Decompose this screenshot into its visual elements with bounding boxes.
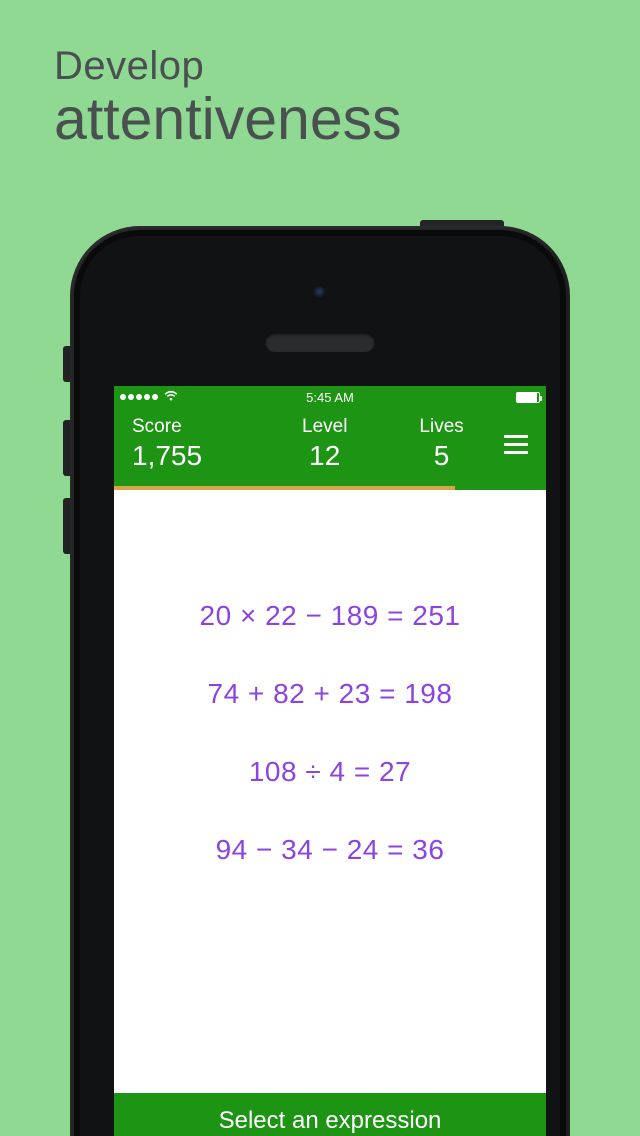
progress-bar [114, 486, 546, 490]
headline-line-2: attentiveness [54, 85, 402, 153]
lives-label: Lives [383, 416, 500, 438]
stats-header: Score 1,755 Level 12 Lives 5 [114, 408, 546, 486]
stat-lives: Lives 5 [383, 416, 500, 472]
phone-frame: 5:45 AM Score 1,755 Level 12 Lives 5 [70, 226, 570, 1136]
lives-value: 5 [383, 440, 500, 472]
instruction-line-1: Select an expression [124, 1105, 536, 1136]
headline-line-1: Develop [54, 44, 402, 89]
phone-camera [313, 286, 327, 300]
score-value: 1,755 [132, 440, 266, 472]
level-value: 12 [266, 440, 383, 472]
score-label: Score [132, 416, 266, 438]
expression-list: 20 × 22 − 189 = 251 74 + 82 + 23 = 198 1… [114, 490, 546, 866]
app-screen: 5:45 AM Score 1,755 Level 12 Lives 5 [114, 386, 546, 1136]
expression-option[interactable]: 74 + 82 + 23 = 198 [114, 678, 546, 710]
marketing-headline: Develop attentiveness [54, 44, 402, 153]
hamburger-icon [504, 435, 528, 438]
instruction-banner: Select an expression with a mistake [114, 1093, 546, 1136]
status-bar: 5:45 AM [114, 386, 546, 408]
phone-mute-switch [63, 346, 70, 382]
level-label: Level [266, 416, 383, 438]
battery-icon [516, 392, 540, 403]
expression-option[interactable]: 20 × 22 − 189 = 251 [114, 600, 546, 632]
status-time: 5:45 AM [114, 390, 546, 405]
phone-volume-down [63, 498, 70, 554]
expression-option[interactable]: 108 ÷ 4 = 27 [114, 756, 546, 788]
stat-score: Score 1,755 [124, 416, 266, 472]
phone-volume-up [63, 420, 70, 476]
progress-fill [114, 486, 455, 490]
phone-speaker [265, 332, 375, 352]
expression-option[interactable]: 94 − 34 − 24 = 36 [114, 834, 546, 866]
stat-level: Level 12 [266, 416, 383, 472]
menu-button[interactable] [500, 435, 536, 454]
phone-power-button [420, 220, 504, 226]
